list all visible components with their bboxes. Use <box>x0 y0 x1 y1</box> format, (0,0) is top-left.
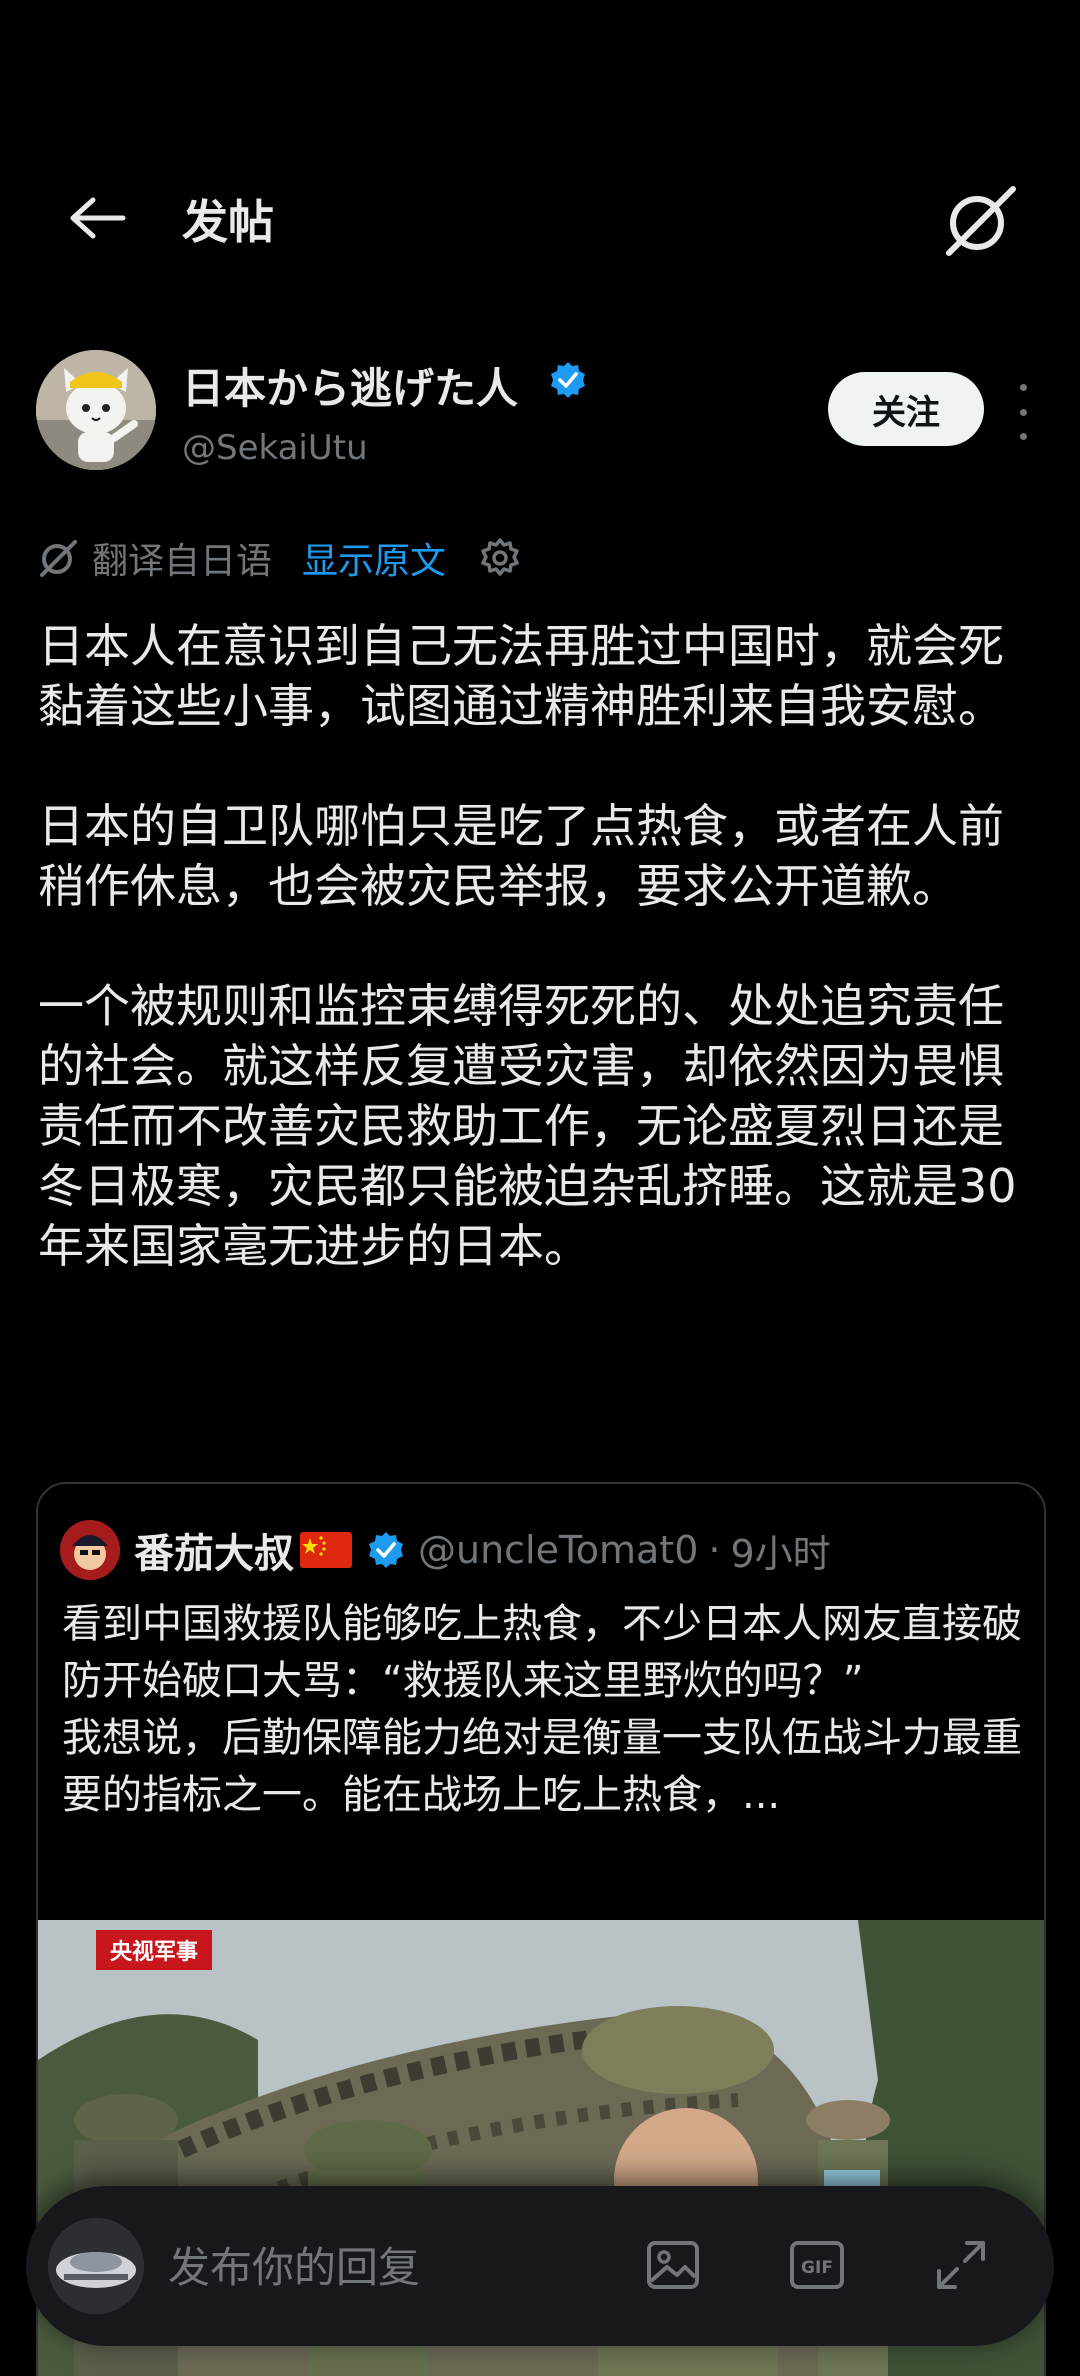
media-source-tag: 央视军事 <box>96 1930 213 1970</box>
more-dot-icon <box>1019 408 1027 416</box>
arrow-left-icon <box>70 197 126 239</box>
add-image-button[interactable] <box>640 2232 706 2298</box>
tweet-paragraph: 日本人在意识到自己无法再胜过中国时，就会死黏着这些小事，试图通过精神胜利来自我安… <box>38 619 1004 733</box>
grok-icon <box>946 186 1016 256</box>
tweet-paragraph: 一个被规则和监控束缚得死死的、处处追究责任的社会。就这样反复遭受灾害，却依然因为… <box>38 979 1017 1273</box>
follow-button[interactable]: 关注 <box>828 372 984 446</box>
translation-row: 翻译自日语 显示原文 <box>38 530 522 586</box>
quoted-tweet-header: 番茄大叔 @uncleTomat0 · 9小时 <box>60 1518 831 1582</box>
author-avatar[interactable] <box>36 350 156 470</box>
top-bar: 发帖 <box>0 160 1080 270</box>
quoted-tweet-time: 9小时 <box>730 1531 831 1576</box>
quoted-tweet-text: 看到中国救援队能够吃上热食，不少日本人网友直接破防开始破口大骂：“救援队来这里野… <box>62 1596 1032 1824</box>
author-handle[interactable]: @SekaiUtu <box>182 428 368 468</box>
current-user-avatar[interactable] <box>48 2218 144 2314</box>
expand-composer-button[interactable] <box>928 2232 994 2298</box>
verified-badge-icon <box>369 1532 403 1568</box>
dot-separator: · <box>708 1528 721 1572</box>
grok-translate-icon <box>40 540 77 577</box>
verified-badge-icon <box>551 362 585 398</box>
author-name[interactable]: 日本から逃げた人 <box>182 355 518 416</box>
expand-arrows-icon <box>937 2241 985 2289</box>
more-dot-icon <box>1019 433 1027 440</box>
gear-icon[interactable] <box>478 536 522 580</box>
show-original-link[interactable]: 显示原文 <box>302 532 446 584</box>
page-title: 发帖 <box>182 195 274 249</box>
car-avatar-icon <box>48 2218 144 2314</box>
quoted-author-name: 番茄大叔 <box>134 1531 294 1577</box>
post-detail-screen: 发帖 日本から逃げた人 @SekaiUtu 关注 翻译自日语 显示原文 日本人在… <box>0 0 1080 2376</box>
tweet-paragraph: 日本的自卫队哪怕只是吃了点热食，或者在人前稍作休息，也会被灾民举报，要求公开道歉… <box>38 799 1004 913</box>
quoted-tweet-line: 我想说，后勤保障能力绝对是衡量一支队伍战斗力最重要的指标之一。能在战场上吃上热食… <box>62 1715 1022 1818</box>
gif-icon: GIF <box>790 2241 844 2289</box>
grok-button[interactable] <box>934 176 1024 266</box>
add-gif-button[interactable]: GIF <box>784 2232 850 2298</box>
reply-input[interactable] <box>166 2234 630 2300</box>
more-options-button[interactable] <box>1010 384 1036 440</box>
translation-label: 翻译自日语 <box>92 541 273 582</box>
quoted-author-avatar[interactable] <box>60 1520 120 1580</box>
gif-label: GIF <box>801 2258 833 2278</box>
quoted-tweet-line: 看到中国救援队能够吃上热食，不少日本人网友直接破防开始破口大骂：“救援队来这里野… <box>62 1601 1022 1704</box>
reply-bar: GIF <box>26 2186 1054 2346</box>
tweet-text: 日本人在意识到自己无法再胜过中国时，就会死黏着这些小事，试图通过精神胜利来自我安… <box>38 616 1048 1276</box>
cartoon-avatar-icon <box>60 1520 120 1580</box>
image-icon <box>647 2241 699 2289</box>
cat-mascot-avatar-icon <box>36 350 156 470</box>
quoted-author-handle: @uncleTomat0 <box>418 1528 699 1572</box>
china-flag-icon <box>300 1532 352 1568</box>
back-button[interactable] <box>62 188 132 248</box>
more-dot-icon <box>1019 384 1027 391</box>
